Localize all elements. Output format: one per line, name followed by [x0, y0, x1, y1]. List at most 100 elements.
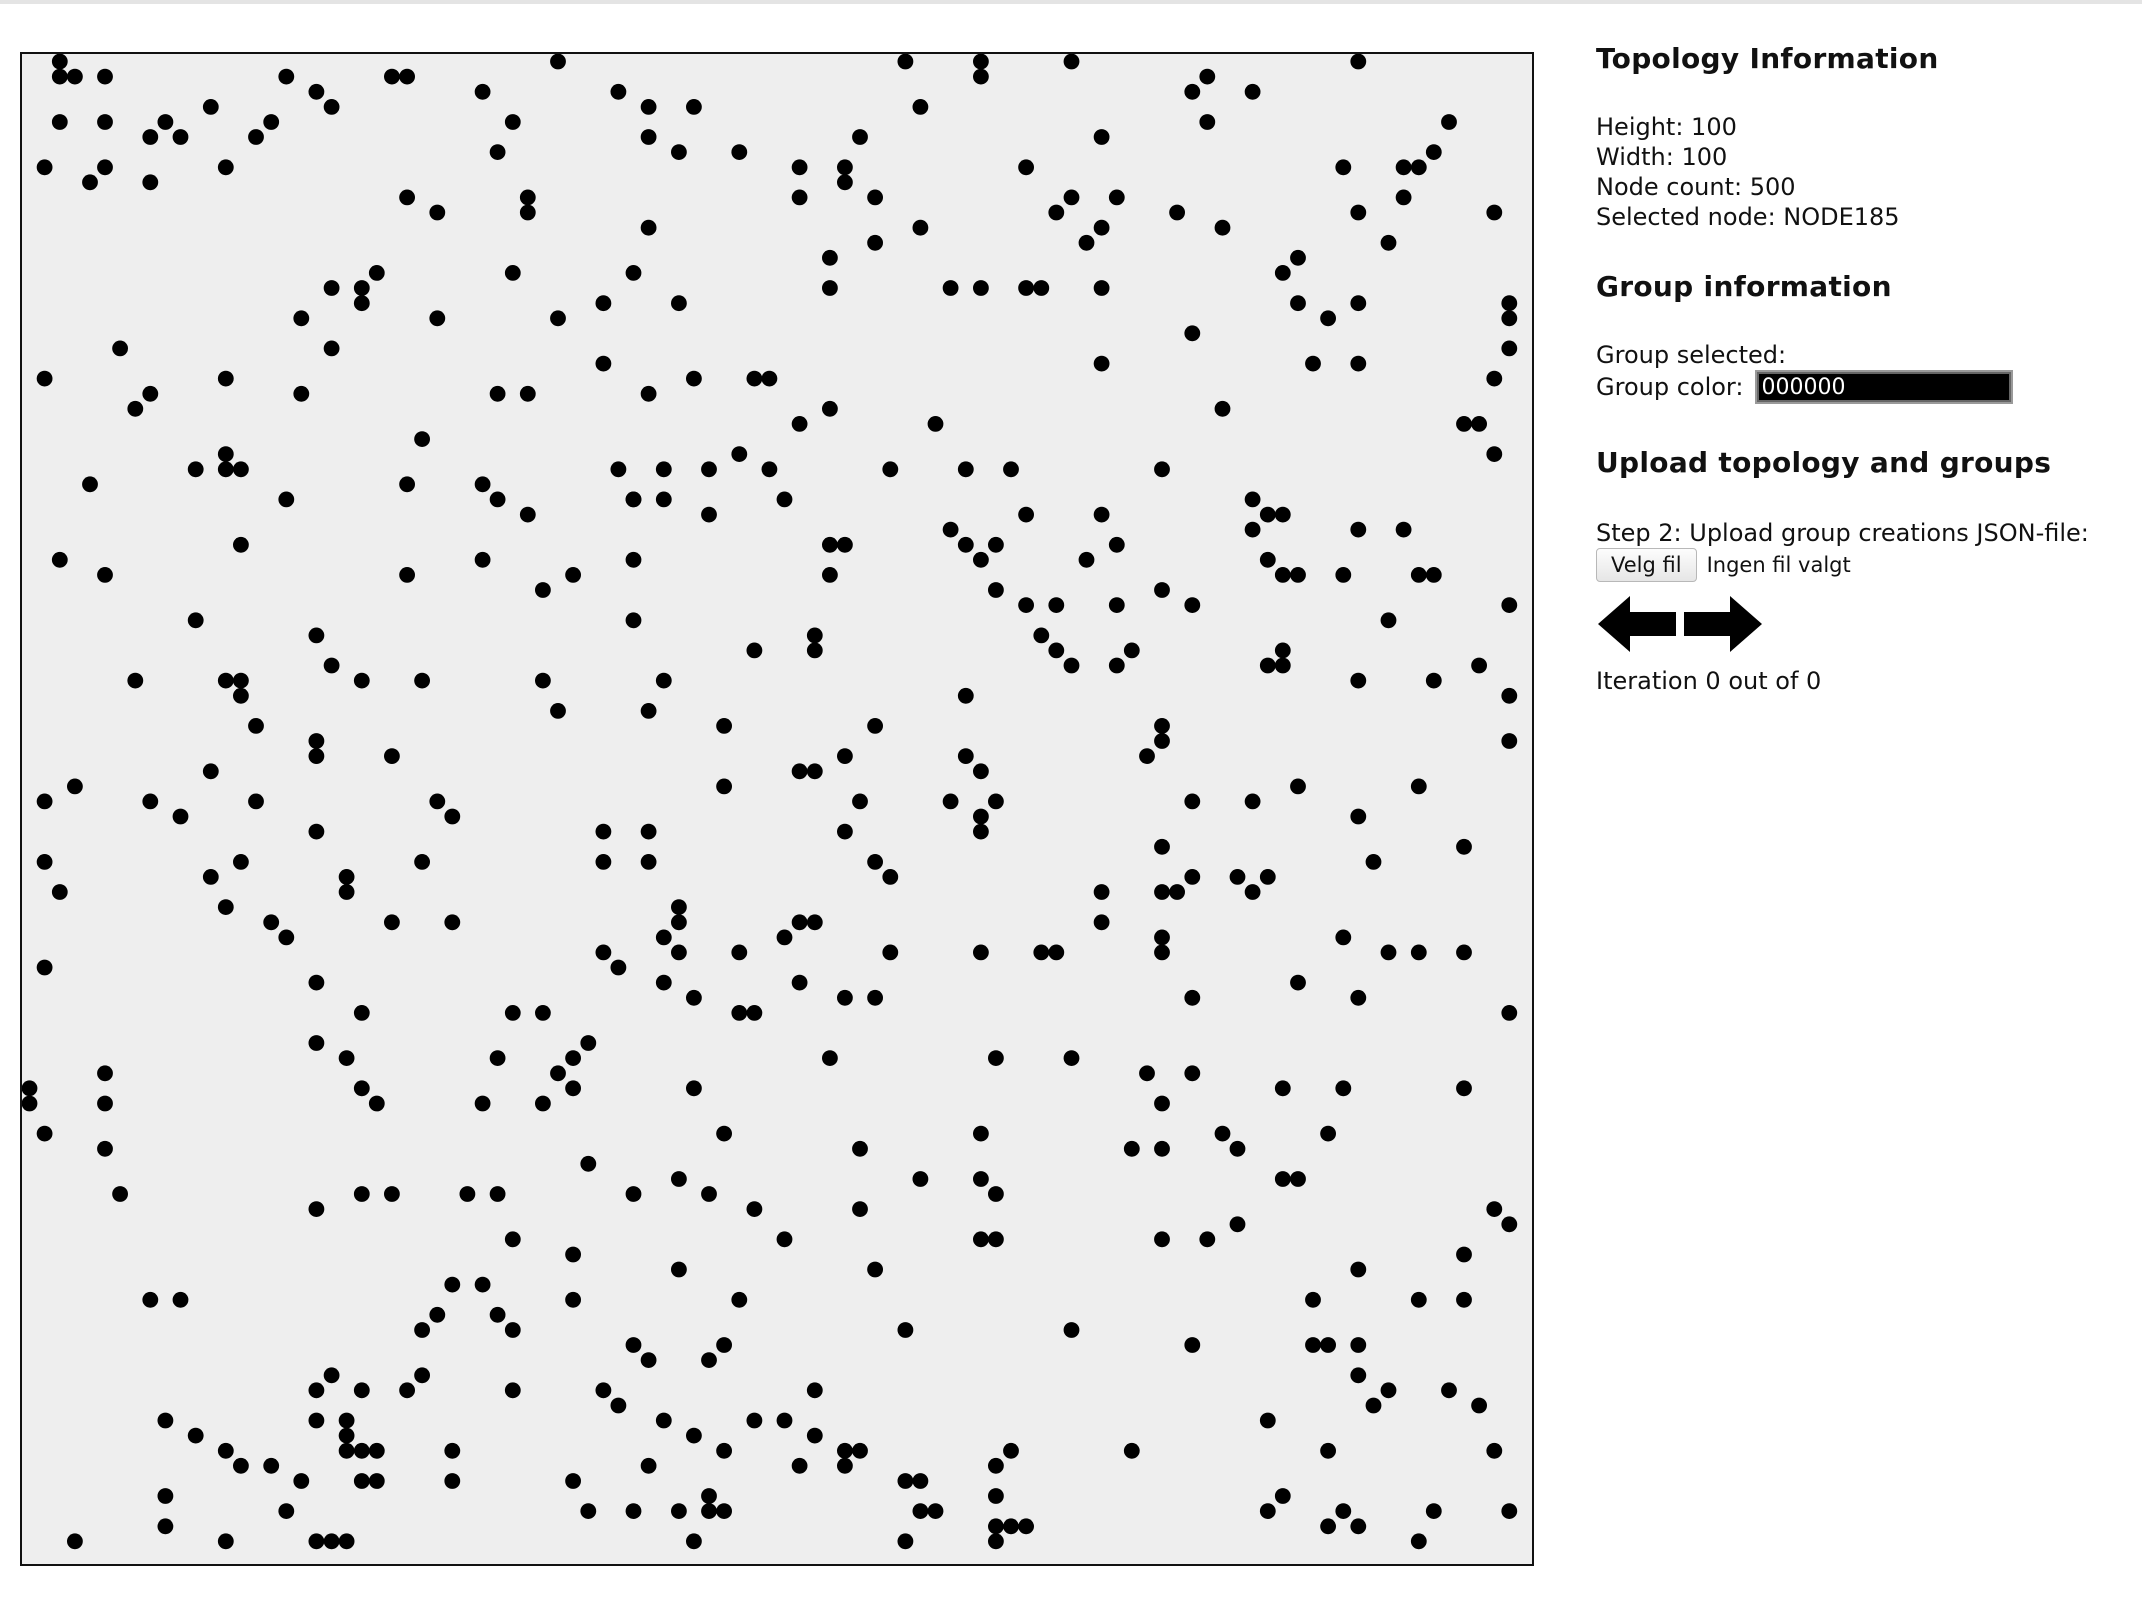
- topology-node[interactable]: [1365, 854, 1382, 870]
- topology-node[interactable]: [1154, 582, 1170, 598]
- topology-node[interactable]: [1184, 869, 1201, 885]
- topology-node[interactable]: [1063, 54, 1080, 70]
- topology-node[interactable]: [97, 1065, 113, 1082]
- topology-node[interactable]: [973, 944, 989, 961]
- topology-node[interactable]: [625, 551, 642, 568]
- topology-node[interactable]: [308, 1382, 325, 1399]
- topology-node[interactable]: [806, 1382, 823, 1399]
- topology-node[interactable]: [640, 99, 657, 115]
- topology-node[interactable]: [1290, 249, 1306, 266]
- topology-node[interactable]: [1048, 204, 1065, 221]
- topology-node[interactable]: [716, 1337, 732, 1353]
- topology-node[interactable]: [1335, 1080, 1352, 1097]
- topology-node[interactable]: [217, 370, 234, 387]
- topology-node[interactable]: [1214, 219, 1231, 236]
- topology-node[interactable]: [384, 68, 400, 85]
- topology-node[interactable]: [1425, 567, 1442, 583]
- topology-node[interactable]: [1093, 355, 1110, 372]
- topology-node[interactable]: [942, 280, 959, 296]
- topology-node[interactable]: [1169, 204, 1185, 221]
- topology-node[interactable]: [1214, 400, 1231, 417]
- topology-node[interactable]: [973, 808, 989, 825]
- topology-node[interactable]: [1154, 838, 1170, 855]
- topology-node[interactable]: [1199, 68, 1216, 85]
- topology-node[interactable]: [1048, 944, 1065, 961]
- topology-node[interactable]: [504, 114, 521, 130]
- topology-node[interactable]: [655, 974, 672, 991]
- topology-node[interactable]: [731, 1005, 748, 1021]
- topology-node[interactable]: [716, 718, 732, 734]
- choose-file-button[interactable]: Velg fil: [1596, 548, 1697, 582]
- topology-node[interactable]: [973, 551, 989, 568]
- topology-node[interactable]: [1274, 1488, 1291, 1504]
- topology-node[interactable]: [1259, 657, 1276, 674]
- topology-node[interactable]: [82, 174, 98, 191]
- topology-node[interactable]: [1199, 1231, 1216, 1248]
- topology-node[interactable]: [444, 1442, 461, 1459]
- topology-node[interactable]: [399, 476, 415, 493]
- topology-node[interactable]: [761, 461, 778, 478]
- topology-node[interactable]: [655, 1412, 672, 1429]
- topology-node[interactable]: [1486, 204, 1503, 221]
- topology-node[interactable]: [671, 1503, 687, 1519]
- topology-node[interactable]: [731, 1291, 748, 1308]
- topology-node[interactable]: [852, 1442, 868, 1459]
- topology-node[interactable]: [791, 763, 808, 780]
- topology-node[interactable]: [957, 687, 974, 704]
- topology-node[interactable]: [233, 536, 249, 553]
- topology-node[interactable]: [142, 1291, 159, 1308]
- topology-node[interactable]: [1425, 144, 1442, 160]
- topology-node[interactable]: [776, 929, 793, 946]
- topology-node[interactable]: [1486, 446, 1503, 462]
- topology-node[interactable]: [988, 793, 1004, 810]
- topology-node[interactable]: [1108, 657, 1125, 674]
- topology-node[interactable]: [1350, 295, 1367, 312]
- topology-node[interactable]: [535, 672, 551, 689]
- topology-node[interactable]: [82, 476, 98, 493]
- topology-node[interactable]: [927, 416, 944, 432]
- topology-node[interactable]: [202, 869, 219, 885]
- topology-node[interactable]: [489, 1186, 506, 1202]
- topology-node[interactable]: [822, 249, 838, 266]
- topology-node[interactable]: [776, 1231, 793, 1248]
- topology-node[interactable]: [1018, 1518, 1034, 1535]
- topology-node[interactable]: [1184, 989, 1201, 1006]
- topology-node[interactable]: [489, 385, 506, 402]
- topology-node[interactable]: [897, 1533, 914, 1550]
- topology-node[interactable]: [595, 1382, 612, 1399]
- topology-node[interactable]: [1154, 929, 1170, 946]
- topology-node[interactable]: [701, 1503, 717, 1519]
- topology-node[interactable]: [1395, 159, 1412, 176]
- topology-node[interactable]: [1048, 597, 1065, 613]
- group-color-input[interactable]: [1755, 370, 2014, 404]
- topology-node[interactable]: [565, 1473, 581, 1489]
- topology-node[interactable]: [942, 793, 959, 810]
- topology-node[interactable]: [806, 914, 823, 931]
- topology-node[interactable]: [1350, 1367, 1367, 1384]
- topology-node[interactable]: [1380, 234, 1397, 251]
- topology-node[interactable]: [671, 914, 687, 931]
- topology-node[interactable]: [1335, 159, 1352, 176]
- topology-node[interactable]: [1456, 1246, 1472, 1263]
- topology-node[interactable]: [1184, 793, 1201, 810]
- topology-node[interactable]: [187, 1427, 204, 1444]
- topology-node[interactable]: [278, 491, 295, 508]
- topology-node[interactable]: [414, 1367, 430, 1384]
- topology-node[interactable]: [414, 1322, 430, 1338]
- topology-node[interactable]: [1108, 597, 1125, 613]
- topology-node[interactable]: [338, 1412, 355, 1429]
- topology-node[interactable]: [988, 1518, 1004, 1535]
- topology-node[interactable]: [535, 582, 551, 598]
- topology-node[interactable]: [67, 1533, 83, 1550]
- topology-node[interactable]: [142, 174, 159, 191]
- topology-node[interactable]: [1380, 944, 1397, 961]
- topology-node[interactable]: [671, 944, 687, 961]
- topology-node[interactable]: [1350, 989, 1367, 1006]
- topology-node[interactable]: [610, 83, 627, 100]
- topology-node[interactable]: [988, 1488, 1004, 1504]
- topology-node[interactable]: [655, 929, 672, 946]
- topology-node[interactable]: [1154, 884, 1170, 900]
- topology-node[interactable]: [444, 914, 461, 931]
- topology-node[interactable]: [1259, 506, 1276, 523]
- arrow-right-icon[interactable]: [1682, 592, 1764, 656]
